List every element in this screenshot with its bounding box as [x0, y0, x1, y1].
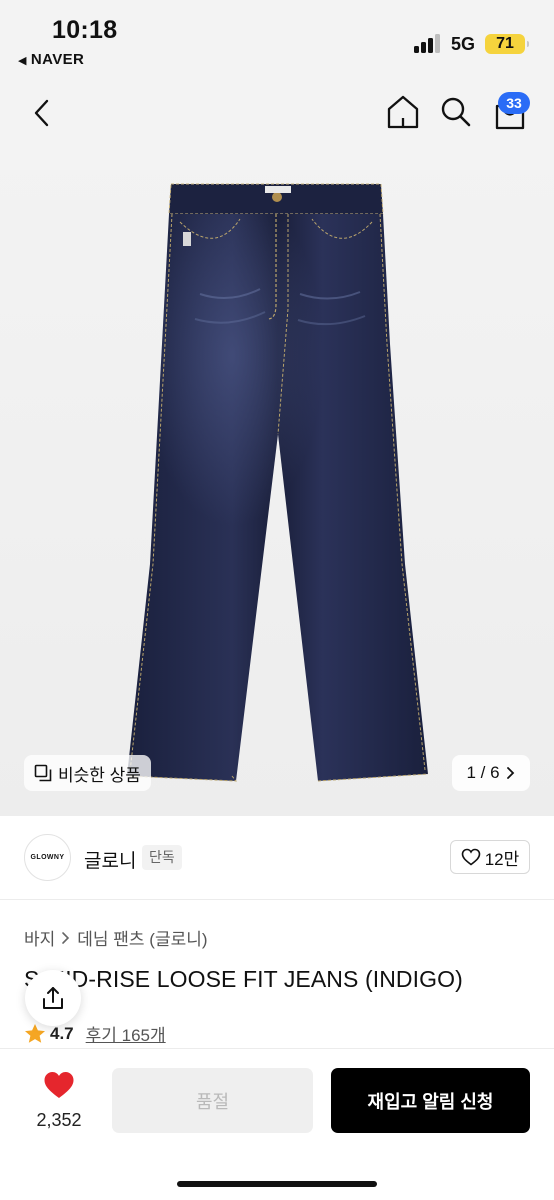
heart-outline-icon: [461, 848, 481, 866]
reviews-link[interactable]: 후기 165개: [86, 1021, 166, 1046]
product-image-carousel[interactable]: 비슷한 상품 1 / 6: [0, 144, 554, 816]
brand-like-count: 12만: [484, 849, 520, 869]
brand-like-button[interactable]: 12만: [450, 840, 530, 874]
jeans-image: [126, 183, 429, 782]
home-icon[interactable]: [386, 94, 420, 130]
rating-score: 4.7: [50, 1023, 74, 1043]
back-icon[interactable]: [30, 98, 54, 128]
brand-row: GLOWNY 글로니 단독 12만: [0, 816, 554, 900]
share-icon: [43, 987, 63, 1009]
chevron-right-icon: [62, 931, 70, 944]
battery-icon: 71: [485, 34, 529, 54]
brand-logo[interactable]: GLOWNY: [24, 834, 71, 881]
soldout-button: 품절: [112, 1068, 313, 1133]
bottom-action-bar: 2,352 품절 재입고 알림 신청: [0, 1048, 554, 1200]
network-type: 5G: [451, 34, 476, 54]
breadcrumb-item-pants[interactable]: 바지: [24, 925, 55, 950]
similar-icon: [34, 764, 52, 782]
star-icon: [25, 1024, 45, 1043]
heart-filled-icon: [44, 1072, 74, 1098]
chevron-right-icon: [506, 767, 514, 779]
exclusive-tag: 단독: [142, 845, 182, 870]
signal-icon: [414, 33, 442, 53]
home-indicator[interactable]: [177, 1181, 377, 1187]
search-icon[interactable]: [440, 96, 472, 128]
product-like-count: 2,352: [36, 1110, 82, 1130]
restock-alert-button[interactable]: 재입고 알림 신청: [331, 1068, 530, 1133]
product-title: S MID-RISE LOOSE FIT JEANS (INDIGO): [24, 966, 463, 992]
breadcrumb: 바지 데님 팬츠 (글로니): [24, 925, 208, 950]
cart-count-badge: 33: [498, 92, 530, 114]
share-button[interactable]: [25, 970, 81, 1026]
similar-products-button[interactable]: 비슷한 상품: [24, 755, 151, 791]
similar-products-label: 비슷한 상품: [58, 765, 141, 785]
nav-bar: [0, 82, 554, 144]
product-like-button[interactable]: 2,352: [24, 1071, 94, 1131]
pager-label: 1 / 6: [466, 763, 500, 782]
status-time: 10:18: [52, 16, 118, 44]
back-app-label: NAVER: [30, 51, 85, 68]
image-pager[interactable]: 1 / 6: [452, 755, 530, 791]
status-bar: 10:18 ◀ NAVER 5G 71: [0, 0, 554, 82]
back-to-app-link[interactable]: ◀ NAVER: [18, 51, 84, 68]
brand-name[interactable]: 글로니: [84, 846, 136, 873]
back-triangle-icon: ◀: [18, 55, 27, 67]
breadcrumb-item-denim[interactable]: 데님 팬츠 (글로니): [77, 925, 207, 950]
